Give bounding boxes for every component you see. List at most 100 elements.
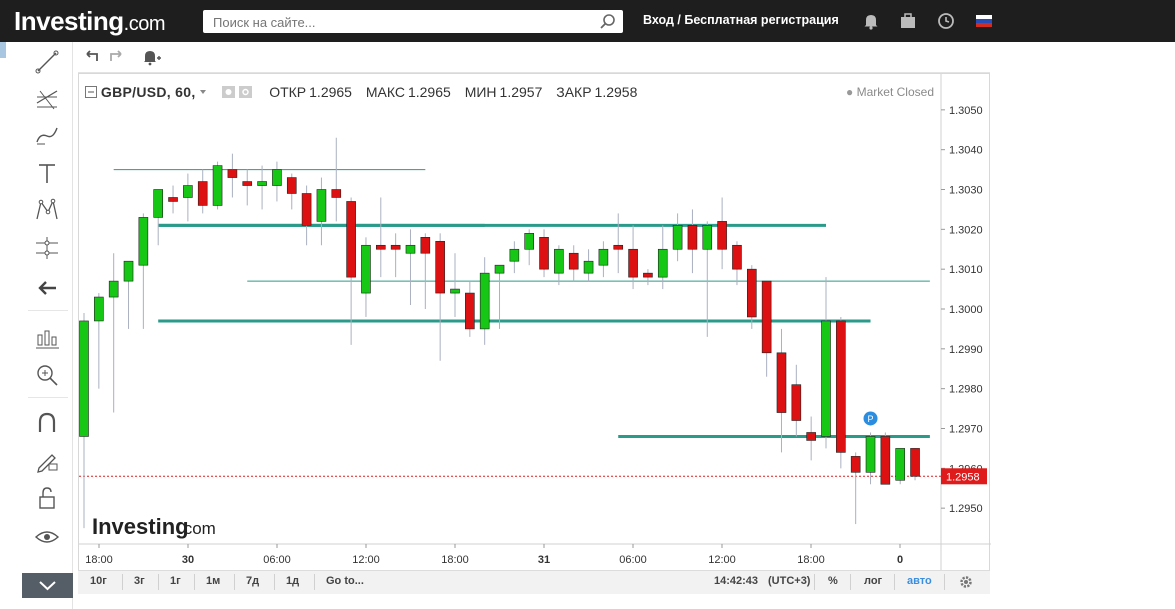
bottom-divider xyxy=(274,574,275,590)
text-icon[interactable] xyxy=(32,158,62,188)
high-label: МАКС xyxy=(365,84,405,100)
close-label: ЗАКР xyxy=(556,84,592,100)
bottom-divider xyxy=(314,574,315,590)
range-3y-button[interactable]: 3г xyxy=(134,575,145,587)
login-link[interactable]: Вход xyxy=(643,13,674,27)
candle-body xyxy=(212,165,223,206)
top-navigation-bar: Investing.com Вход / Бесплатная регистра… xyxy=(0,0,1175,42)
bottom-divider xyxy=(194,574,195,590)
candle-body xyxy=(405,244,416,254)
search-icon[interactable] xyxy=(599,13,617,31)
candle-body xyxy=(242,181,253,186)
percent-scale-button[interactable]: % xyxy=(828,575,838,587)
candle-body xyxy=(687,225,698,250)
y-tick-label: 1.3000 xyxy=(949,304,983,316)
range-1m-button[interactable]: 1м xyxy=(206,575,220,587)
trendline-icon[interactable] xyxy=(32,47,62,77)
search-input[interactable] xyxy=(211,12,595,32)
y-tick-label: 1.3040 xyxy=(949,145,983,157)
candle-body xyxy=(494,264,505,274)
magnet-icon[interactable] xyxy=(32,408,62,438)
candle-body xyxy=(375,244,386,250)
chart-top-toolbar xyxy=(78,42,990,73)
candle-body xyxy=(153,189,163,218)
candle-body xyxy=(346,201,356,278)
redo-icon[interactable] xyxy=(106,46,128,68)
watermark-suffix: .com xyxy=(179,519,216,538)
candle-body xyxy=(301,193,312,226)
status-dot-icon: ● xyxy=(846,85,854,99)
range-7d-button[interactable]: 7д xyxy=(246,575,259,587)
y-tick-label: 1.3030 xyxy=(949,185,983,197)
candle-body xyxy=(628,248,638,278)
fib-icon[interactable] xyxy=(32,83,62,113)
toolbar-divider xyxy=(28,397,68,398)
candle-body xyxy=(836,320,846,453)
last-price-label: 1.2958 xyxy=(946,471,980,483)
range-1d-button[interactable]: 1д xyxy=(286,575,299,587)
price-chart[interactable]: 1.29501.29601.29701.29801.29901.30001.30… xyxy=(79,74,991,572)
chart-legend: GBP/USD, 60, ОТКР 1.2965 МАКС 1.2965 МИН 1.… xyxy=(85,84,637,100)
add-alert-icon[interactable] xyxy=(140,46,162,68)
undo-icon[interactable] xyxy=(80,46,102,68)
eye-icon[interactable] xyxy=(32,522,62,552)
bottom-divider xyxy=(234,574,235,590)
y-tick-label: 1.2950 xyxy=(949,503,983,515)
bell-icon[interactable] xyxy=(861,11,881,31)
x-tick-label: 18:00 xyxy=(797,554,825,566)
logo-suffix: .com xyxy=(123,13,166,35)
candle-body xyxy=(672,225,683,250)
symbol-label: GBP/USD, 60, xyxy=(100,84,196,100)
candle-body xyxy=(568,252,579,270)
candle-body xyxy=(509,248,520,262)
log-scale-button[interactable]: лог xyxy=(864,575,882,587)
candle-body xyxy=(643,272,653,278)
range-10y-button[interactable]: 10г xyxy=(90,575,107,587)
candle-body xyxy=(776,352,787,413)
goto-button[interactable]: Go to... xyxy=(326,575,364,587)
back-arrow-icon[interactable] xyxy=(32,273,62,303)
zoom-icon[interactable] xyxy=(32,360,62,390)
range-1y-button[interactable]: 1г xyxy=(170,575,181,587)
high-value: 1.2965 xyxy=(407,84,451,100)
auth-links: Вход / Бесплатная регистрация xyxy=(643,13,839,27)
search-box[interactable] xyxy=(203,10,623,33)
legend-settings-icons[interactable] xyxy=(221,85,255,99)
bottom-divider xyxy=(814,574,815,590)
brush-icon[interactable] xyxy=(32,120,62,150)
briefcase-icon[interactable] xyxy=(898,11,918,31)
open-label: ОТКР xyxy=(269,84,307,100)
symbol-dropdown-icon[interactable] xyxy=(199,88,207,96)
low-value: 1.2957 xyxy=(499,84,543,100)
register-link[interactable]: Бесплатная регистрация xyxy=(684,13,838,27)
x-tick-label: 31 xyxy=(538,554,550,566)
panel-edge-handle[interactable] xyxy=(0,42,6,58)
auto-scale-button[interactable]: авто xyxy=(907,575,932,587)
lock-drawing-icon[interactable] xyxy=(32,445,62,475)
clock-icon[interactable] xyxy=(936,11,956,31)
x-tick-label: 18:00 xyxy=(441,554,469,566)
x-tick-label: 0 xyxy=(897,554,903,566)
collapse-legend-icon[interactable] xyxy=(85,86,97,98)
candle-body xyxy=(598,248,609,266)
timezone-button[interactable]: (UTC+3) xyxy=(768,575,810,587)
candle-body xyxy=(183,185,193,198)
collapse-toolbar-button[interactable] xyxy=(22,573,73,598)
investing-logo[interactable]: Investing.com xyxy=(14,6,165,37)
unlock-icon[interactable] xyxy=(32,483,62,513)
candle-body xyxy=(865,436,876,473)
candle-body xyxy=(123,260,134,282)
candle-body xyxy=(450,288,460,294)
watermark-logo: Investing xyxy=(92,514,189,539)
gear-icon[interactable] xyxy=(958,574,974,590)
candle-body xyxy=(539,237,549,270)
measure-icon[interactable] xyxy=(32,233,62,263)
chart-bottom-bar: 10г 3г 1г 1м 7д 1д Go to... 14:42:43 (UT… xyxy=(78,570,990,594)
candle-body xyxy=(390,244,401,250)
indicators-icon[interactable] xyxy=(32,323,62,353)
russia-flag-icon[interactable] xyxy=(974,11,994,31)
candle-body xyxy=(465,292,475,330)
x-tick-label: 30 xyxy=(182,554,194,566)
pattern-icon[interactable] xyxy=(32,195,62,225)
market-status-text: Market Closed xyxy=(856,85,934,99)
